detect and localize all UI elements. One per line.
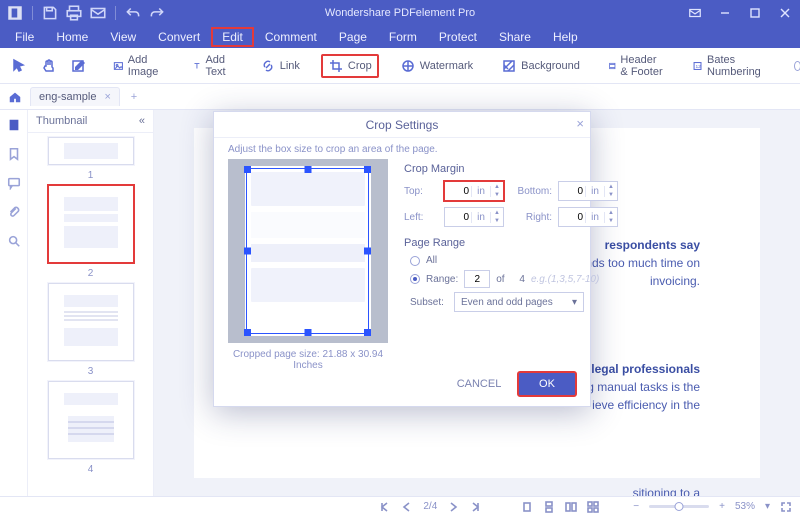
line-mode-radio[interactable]: Line Mode <box>787 50 800 82</box>
menu-file[interactable]: File <box>4 27 45 47</box>
titlebar-mail-icon[interactable] <box>680 0 710 26</box>
link-button[interactable]: Link <box>253 54 307 78</box>
subset-select[interactable]: Even and odd pages▾ <box>454 292 584 312</box>
page-nav-last-icon[interactable] <box>469 501 481 513</box>
maximize-icon[interactable] <box>740 0 770 26</box>
thumbnail-panel-icon[interactable] <box>7 118 21 135</box>
hand-tool-icon[interactable] <box>36 54 62 78</box>
menu-page[interactable]: Page <box>328 27 378 47</box>
crop-settings-dialog: Crop Settings × Adjust the box size to cr… <box>213 111 591 407</box>
page-indicator: 2/4 <box>423 501 437 512</box>
ribbon-toolbar: Add Image Add Text Link Crop Watermark B… <box>0 48 800 84</box>
crop-preview[interactable] <box>228 159 388 343</box>
page-nav-first-icon[interactable] <box>379 501 391 513</box>
page-nav-prev-icon[interactable] <box>401 501 413 513</box>
menu-view[interactable]: View <box>99 27 147 47</box>
menu-convert[interactable]: Convert <box>147 27 211 47</box>
dialog-caption: Adjust the box size to crop an area of t… <box>214 138 590 157</box>
view-continuous-icon[interactable] <box>543 501 555 513</box>
dialog-close-icon[interactable]: × <box>576 116 584 131</box>
search-panel-icon[interactable] <box>7 234 21 251</box>
tab-close-icon[interactable]: × <box>104 91 110 103</box>
margin-right-input[interactable]: in▲▼ <box>558 207 618 227</box>
add-image-button[interactable]: Add Image <box>106 50 171 82</box>
range-all-radio[interactable]: All <box>410 255 618 266</box>
zoom-slider[interactable] <box>649 505 709 508</box>
add-text-button[interactable]: Add Text <box>185 50 239 82</box>
add-tab-icon[interactable]: + <box>124 87 144 107</box>
cancel-button[interactable]: CANCEL <box>450 372 508 396</box>
svg-text:12: 12 <box>695 64 701 70</box>
view-single-icon[interactable] <box>521 501 533 513</box>
print-icon[interactable] <box>65 4 83 22</box>
thumbnail-title: Thumbnail <box>36 115 87 127</box>
view-facing-icon[interactable] <box>565 501 577 513</box>
attachment-panel-icon[interactable] <box>7 205 21 222</box>
mail-icon[interactable] <box>89 4 107 22</box>
page-thumb-2[interactable] <box>48 185 134 263</box>
select-tool-icon[interactable] <box>6 54 32 78</box>
bookmark-panel-icon[interactable] <box>7 147 21 164</box>
crop-handle-t[interactable] <box>304 166 311 173</box>
undo-icon[interactable] <box>124 4 142 22</box>
crop-box[interactable] <box>246 168 369 334</box>
crop-handle-r[interactable] <box>364 248 371 255</box>
menu-edit[interactable]: Edit <box>211 27 254 47</box>
menu-protect[interactable]: Protect <box>428 27 488 47</box>
range-custom-radio[interactable]: Range: of 4 e.g.(1,3,5,7-10) <box>410 270 618 288</box>
zoom-out-icon[interactable]: − <box>633 501 639 512</box>
zoom-dropdown-icon[interactable]: ▾ <box>765 501 770 512</box>
doc-tab[interactable]: eng-sample× <box>30 87 120 106</box>
edit-tool-icon[interactable] <box>66 54 92 78</box>
document-tabs: eng-sample× + <box>0 84 800 110</box>
margin-top-input[interactable]: in▲▼ <box>444 181 504 201</box>
ok-button[interactable]: OK <box>518 372 576 396</box>
crop-handle-tl[interactable] <box>244 166 251 173</box>
background-button[interactable]: Background <box>494 54 587 78</box>
app-logo-icon <box>6 4 24 22</box>
menu-home[interactable]: Home <box>45 27 99 47</box>
range-input[interactable] <box>464 270 490 288</box>
redo-icon[interactable] <box>148 4 166 22</box>
close-icon[interactable] <box>770 0 800 26</box>
minimize-icon[interactable] <box>710 0 740 26</box>
header-footer-button[interactable]: Header & Footer <box>601 50 671 82</box>
title-bar: Wondershare PDFelement Pro <box>0 0 800 26</box>
menu-comment[interactable]: Comment <box>254 27 328 47</box>
dialog-title: Crop Settings <box>366 118 439 132</box>
margin-left-input[interactable]: in▲▼ <box>444 207 504 227</box>
crop-size-text: Cropped page size: 21.88 x 30.94 Inches <box>228 343 388 371</box>
thumbnail-panel: Thumbnail« 1 2 3 4 <box>28 110 154 496</box>
page-thumb-3[interactable] <box>48 283 134 361</box>
page-nav-next-icon[interactable] <box>447 501 459 513</box>
fullscreen-icon[interactable] <box>780 501 792 513</box>
zoom-in-icon[interactable]: + <box>719 501 725 512</box>
crop-handle-l[interactable] <box>244 248 251 255</box>
menu-help[interactable]: Help <box>542 27 589 47</box>
status-bar: 2/4 − + 53% ▾ <box>0 496 800 516</box>
crop-margin-group: Crop Margin <box>404 163 618 175</box>
zoom-level: 53% <box>735 501 755 512</box>
side-tool-strip <box>0 110 28 496</box>
bates-button[interactable]: 12Bates Numbering <box>685 50 773 82</box>
crop-button[interactable]: Crop <box>321 54 379 78</box>
page-range-group: Page Range <box>404 237 618 249</box>
menu-bar: File Home View Convert Edit Comment Page… <box>0 26 800 48</box>
view-facing-cont-icon[interactable] <box>587 501 599 513</box>
menu-form[interactable]: Form <box>378 27 428 47</box>
crop-handle-bl[interactable] <box>244 329 251 336</box>
margin-bottom-input[interactable]: in▲▼ <box>558 181 618 201</box>
watermark-button[interactable]: Watermark <box>393 54 480 78</box>
menu-share[interactable]: Share <box>488 27 542 47</box>
annotation-panel-icon[interactable] <box>7 176 21 193</box>
page-thumb-4[interactable] <box>48 381 134 459</box>
thumbnail-collapse-icon[interactable]: « <box>139 115 145 127</box>
home-tab-icon[interactable] <box>4 90 26 104</box>
crop-handle-tr[interactable] <box>364 166 371 173</box>
crop-handle-br[interactable] <box>364 329 371 336</box>
page-thumb-1[interactable] <box>48 137 134 165</box>
crop-handle-b[interactable] <box>304 329 311 336</box>
save-icon[interactable] <box>41 4 59 22</box>
